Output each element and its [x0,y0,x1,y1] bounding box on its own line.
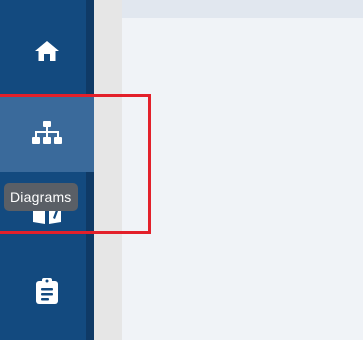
top-bar [122,0,363,18]
sidebar-item-diagrams[interactable] [0,94,94,172]
clipboard-icon [35,277,59,305]
home-icon [34,40,60,62]
diagrams-tooltip: Diagrams [4,183,78,211]
sitemap-icon [31,120,63,146]
scroll-gutter [94,0,122,340]
main-content [122,0,363,340]
sidebar-item-tasks[interactable] [0,252,94,330]
sidebar-item-home[interactable] [0,12,94,90]
